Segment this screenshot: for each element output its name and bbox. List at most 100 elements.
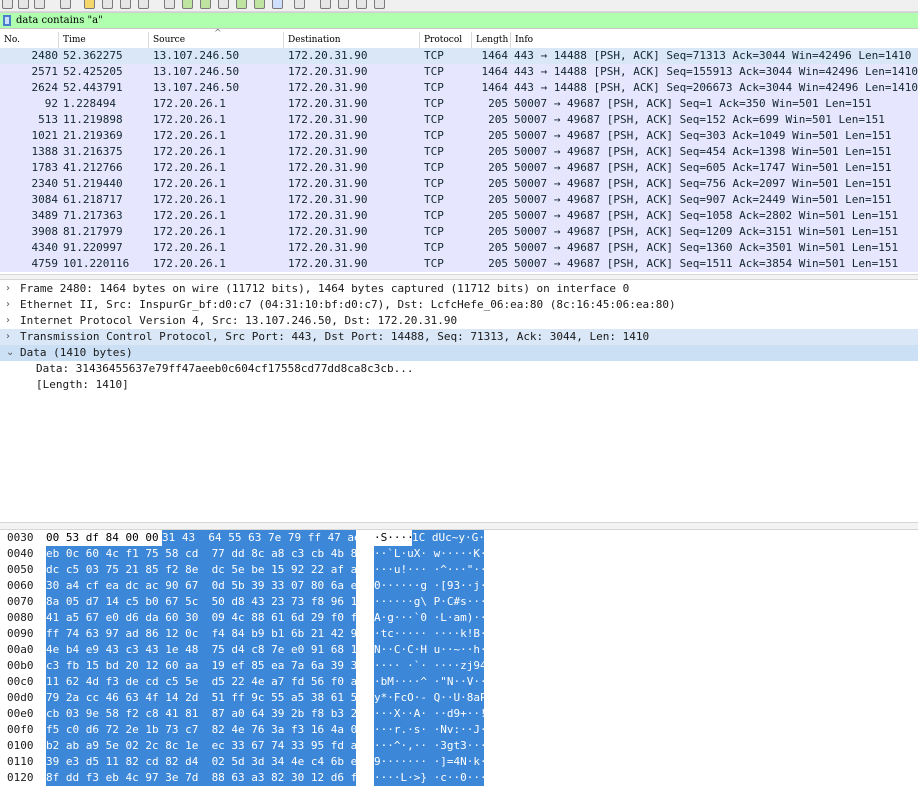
- ascii-selected[interactable]: ···r.·s· ·Nv:··J·: [374, 722, 487, 738]
- restart-icon[interactable]: [18, 0, 29, 9]
- detail-row[interactable]: Data: 31436455637e79ff47aeeb0c604cf17558…: [0, 361, 918, 377]
- packet-row[interactable]: 3084 61.218717 172.20.26.1 172.20.31.90 TCP 2…: [0, 192, 918, 208]
- first-icon[interactable]: [236, 0, 247, 9]
- packet-row[interactable]: 2624 52.443791 13.107.246.50 172.20.31.90 TC…: [0, 80, 918, 96]
- bytes-row: 00d0 79 2a cc 46 63 4f 14 2d 51 ff 9c 55 …: [0, 690, 918, 706]
- ascii-selected[interactable]: ·bM····^ ·"N··V··: [374, 674, 487, 690]
- cell-destination: 172.20.31.90: [288, 161, 368, 174]
- ascii-selected[interactable]: ···X··A· ··d9+··!: [374, 706, 487, 722]
- expanded-arrow-icon[interactable]: ⌄: [6, 345, 14, 361]
- hex-bytes-selected[interactable]: 4e b4 e9 43 c3 43 1e 48 75 d4 c8 7e e0 9…: [46, 642, 364, 658]
- hex-bytes-selected[interactable]: eb 0c 60 4c f1 75 58 cd 77 dd 8c a8 c3 c…: [46, 546, 364, 562]
- filter-bookmark-icon[interactable]: [3, 15, 11, 26]
- ascii-selected[interactable]: ···u!··· ·^···"··: [374, 562, 487, 578]
- packet-row[interactable]: 1388 31.216375 172.20.26.1 172.20.31.90 TCP 2…: [0, 144, 918, 160]
- detail-row[interactable]: › Internet Protocol Version 4, Src: 13.10…: [0, 313, 918, 329]
- column-header-time[interactable]: Time: [59, 32, 149, 48]
- packet-row[interactable]: 2340 51.219440 172.20.26.1 172.20.31.90 TCP 2…: [0, 176, 918, 192]
- column-header-length[interactable]: Length: [472, 32, 511, 48]
- packet-row[interactable]: 2480 52.362275 13.107.246.50 172.20.31.90 TC…: [0, 48, 918, 64]
- packet-row[interactable]: 513 11.219898 172.20.26.1 172.20.31.90 TCP 20…: [0, 112, 918, 128]
- save-icon[interactable]: [84, 0, 95, 9]
- cell-protocol: TCP: [424, 257, 444, 270]
- ascii-selected[interactable]: ···· ·`· ····zj94: [374, 658, 487, 674]
- packet-details-tree[interactable]: › Frame 2480: 1464 bytes on wire (11712 b…: [0, 280, 918, 524]
- detail-row[interactable]: › Frame 2480: 1464 bytes on wire (11712 b…: [0, 281, 918, 297]
- ascii-selected[interactable]: ···^·,·· ·3gt3···: [374, 738, 487, 754]
- detail-row[interactable]: ⌄ Data (1410 bytes): [0, 345, 918, 361]
- find-packet-icon[interactable]: [164, 0, 175, 9]
- collapsed-arrow-icon[interactable]: ›: [6, 313, 10, 329]
- detail-row[interactable]: [Length: 1410]: [0, 377, 918, 393]
- hex-bytes-selected[interactable]: 8a 05 d7 14 c5 b0 67 5c 50 d8 43 23 73 f…: [46, 594, 364, 610]
- hex-bytes-selected[interactable]: c3 fb 15 bd 20 12 60 aa 19 ef 85 ea 7a 6…: [46, 658, 364, 674]
- collapsed-arrow-icon[interactable]: ›: [6, 329, 10, 345]
- cell-time: 11.219898: [63, 113, 123, 126]
- last-icon[interactable]: [254, 0, 265, 9]
- hex-bytes-selected[interactable]: f5 c0 d6 72 2e 1b 73 c7 82 4e 76 3a f3 1…: [46, 722, 364, 738]
- hex-bytes-selected[interactable]: 30 a4 cf ea dc ac 90 67 0d 5b 39 33 07 8…: [46, 578, 364, 594]
- cell-source: 172.20.26.1: [153, 113, 226, 126]
- packet-row[interactable]: 1021 21.219369 172.20.26.1 172.20.31.90 TCP 2…: [0, 128, 918, 144]
- packet-row[interactable]: 2571 52.425205 13.107.246.50 172.20.31.90 TC…: [0, 64, 918, 80]
- ascii-selected[interactable]: ·tc····· ····k!B·: [374, 626, 487, 642]
- goto-icon[interactable]: [218, 0, 229, 9]
- hex-bytes-selected[interactable]: 11 62 4d f3 de cd c5 5e d5 22 4e a7 fd 5…: [46, 674, 364, 690]
- ascii-selected[interactable]: 0······g ·[93··j·: [374, 578, 487, 594]
- close-icon[interactable]: [102, 0, 113, 9]
- forward-icon[interactable]: [200, 0, 211, 9]
- column-header-info[interactable]: Info: [511, 32, 918, 48]
- colorize-icon[interactable]: [294, 0, 305, 9]
- cell-no: 1783: [31, 161, 59, 174]
- ascii-selected[interactable]: A·g···`0 ·L·am)··: [374, 610, 487, 626]
- cell-destination: 172.20.31.90: [288, 145, 368, 158]
- options-icon[interactable]: [34, 0, 45, 9]
- detail-row[interactable]: › Ethernet II, Src: InspurGr_bf:d0:c7 (04…: [0, 297, 918, 313]
- collapsed-arrow-icon[interactable]: ›: [6, 297, 10, 313]
- ascii-selected[interactable]: y*·FcO·- Q··U·8aP: [374, 690, 487, 706]
- resize-columns-icon[interactable]: [374, 0, 385, 9]
- packet-row[interactable]: 3489 71.217363 172.20.26.1 172.20.31.90 TCP 2…: [0, 208, 918, 224]
- pane-splitter-bottom[interactable]: [0, 522, 918, 530]
- open-icon[interactable]: [60, 0, 71, 9]
- hex-bytes-selected[interactable]: dc c5 03 75 21 85 f2 8e dc 5e be 15 92 2…: [46, 562, 364, 578]
- packet-row[interactable]: 1783 41.212766 172.20.26.1 172.20.31.90 TCP 2…: [0, 160, 918, 176]
- packet-list[interactable]: 2480 52.362275 13.107.246.50 172.20.31.90 TC…: [0, 48, 918, 274]
- ascii-selected[interactable]: ······g\ P·C#s···: [374, 594, 487, 610]
- hex-bytes-selected[interactable]: ff 74 63 97 ad 86 12 0c f4 84 b9 b1 6b 2…: [46, 626, 364, 642]
- hex-bytes-selected[interactable]: cb 03 9e 58 f2 c8 41 81 87 a0 64 39 2b f…: [46, 706, 364, 722]
- packet-row[interactable]: 4340 91.220997 172.20.26.1 172.20.31.90 TCP 2…: [0, 240, 918, 256]
- zoom-out-icon[interactable]: [338, 0, 349, 9]
- cell-info: 50007 → 49687 [PSH, ACK] Seq=454 Ack=139…: [514, 145, 892, 158]
- hex-bytes-selected[interactable]: 31 43 64 55 63 7e 79 ff 47 ae: [162, 530, 361, 546]
- collapsed-arrow-icon[interactable]: ›: [6, 281, 10, 297]
- find-icon[interactable]: [138, 0, 149, 9]
- ascii-selected[interactable]: ····L·>} ·c··0···: [374, 770, 487, 786]
- detail-row[interactable]: › Transmission Control Protocol, Src Port…: [0, 329, 918, 345]
- column-header-no[interactable]: No.: [0, 32, 59, 48]
- cell-length: 205: [488, 145, 508, 158]
- packet-row[interactable]: 4759 101.220116 172.20.26.1 172.20.31.90 TCP…: [0, 256, 918, 272]
- reload-icon[interactable]: [120, 0, 131, 9]
- display-filter-input[interactable]: [16, 13, 906, 28]
- column-header-protocol[interactable]: Protocol: [420, 32, 472, 48]
- hex-bytes-selected[interactable]: 41 a5 67 e0 d6 da 60 30 09 4c 88 61 6d 2…: [46, 610, 364, 626]
- cell-no: 3908: [31, 225, 59, 238]
- bytes-row: 0060 30 a4 cf ea dc ac 90 67 0d 5b 39 33 …: [0, 578, 918, 594]
- hex-bytes-selected[interactable]: 79 2a cc 46 63 4f 14 2d 51 ff 9c 55 a5 3…: [46, 690, 364, 706]
- cell-length: 205: [488, 193, 508, 206]
- packet-bytes-pane[interactable]: 0030 00 53 df 84 00 00 31 43 64 55 63 7e 7…: [0, 530, 918, 786]
- hex-bytes-selected[interactable]: 8f dd f3 eb 4c 97 3e 7d 88 63 a3 82 30 1…: [46, 770, 364, 786]
- autoscroll-icon[interactable]: [272, 0, 283, 9]
- hex-bytes-selected[interactable]: b2 ab a9 5e 02 2c 8c 1e ec 33 67 74 33 9…: [46, 738, 364, 754]
- zoom-in-icon[interactable]: [320, 0, 331, 9]
- ascii-selected[interactable]: 1C dUc~y·G·: [412, 530, 485, 546]
- packet-row[interactable]: 3908 81.217979 172.20.26.1 172.20.31.90 TCP 2…: [0, 224, 918, 240]
- stop-capture-icon[interactable]: [2, 0, 13, 9]
- column-header-destination[interactable]: Destination: [284, 32, 420, 48]
- ascii-selected[interactable]: N··C·C·H u··~··h·: [374, 642, 487, 658]
- ascii-selected[interactable]: ··`L·uX· w·····K·: [374, 546, 487, 562]
- back-icon[interactable]: [182, 0, 193, 9]
- packet-row[interactable]: 92 1.228494 172.20.26.1 172.20.31.90 TCP 205 5…: [0, 96, 918, 112]
- normal-size-icon[interactable]: [356, 0, 367, 9]
